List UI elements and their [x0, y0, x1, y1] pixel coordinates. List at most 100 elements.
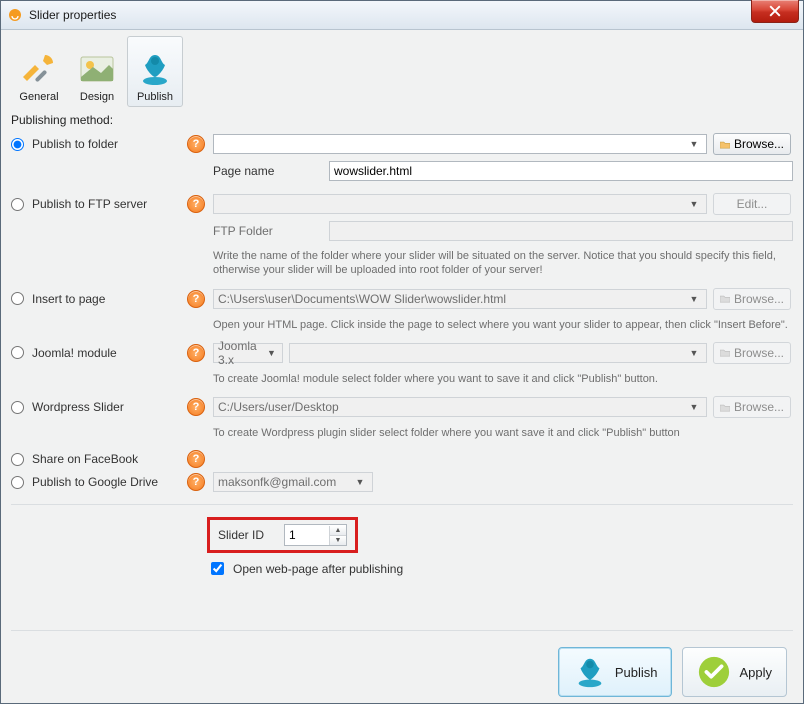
slider-id-label: Slider ID [218, 528, 264, 542]
button-label: Apply [739, 665, 772, 680]
tab-label: General [19, 91, 58, 103]
radio-publish-folder[interactable]: Publish to folder [11, 137, 181, 151]
edit-button: Edit... [713, 193, 791, 215]
radio-label: Joomla! module [32, 346, 117, 360]
checkbox-label: Open web-page after publishing [233, 562, 403, 576]
combo-value: C:/Users/user/Desktop [218, 400, 339, 414]
ftp-folder-label: FTP Folder [213, 224, 323, 238]
open-after-checkbox[interactable]: Open web-page after publishing [207, 559, 793, 578]
joomla-hint: To create Joomla! module select folder w… [213, 372, 793, 386]
chevron-down-icon: ▼ [686, 294, 702, 304]
radio-input[interactable] [11, 401, 24, 414]
browse-button: Browse... [713, 342, 791, 364]
insert-path-combo: C:\Users\user\Documents\WOW Slider\wowsl… [213, 289, 707, 309]
spin-down[interactable]: ▼ [330, 535, 346, 545]
dialog-window: Slider properties General Design [0, 0, 804, 704]
picture-icon [79, 51, 115, 87]
combo-value: Joomla 3.x [218, 339, 265, 367]
radio-label: Wordpress Slider [32, 400, 124, 414]
slider-id-input[interactable] [285, 526, 329, 544]
radio-input[interactable] [11, 292, 24, 305]
radio-facebook[interactable]: Share on FaceBook [11, 452, 181, 466]
app-icon [7, 7, 23, 23]
button-label: Publish [615, 665, 658, 680]
section-title: Publishing method: [11, 113, 793, 127]
button-label: Browse... [734, 400, 784, 414]
slider-id-spinner[interactable]: ▲ ▼ [284, 524, 347, 546]
help-icon[interactable]: ? [187, 135, 205, 153]
tab-label: Design [80, 91, 114, 103]
button-label: Browse... [734, 292, 784, 306]
insert-hint: Open your HTML page. Click inside the pa… [213, 318, 793, 332]
titlebar: Slider properties [1, 1, 803, 30]
joomla-path-combo: ▼ [289, 343, 707, 363]
page-name-input[interactable] [329, 161, 793, 181]
help-icon[interactable]: ? [187, 450, 205, 468]
tab-general[interactable]: General [11, 36, 67, 107]
window-title: Slider properties [29, 8, 116, 22]
ftp-server-combo: ▼ [213, 194, 707, 214]
wp-hint: To create Wordpress plugin slider select… [213, 426, 793, 440]
tab-label: Publish [137, 91, 173, 103]
radio-label: Insert to page [32, 292, 105, 306]
page-name-label: Page name [213, 164, 323, 178]
slider-id-highlight: Slider ID ▲ ▼ [207, 517, 358, 553]
joomla-version-select: Joomla 3.x ▼ [213, 343, 283, 363]
chevron-down-icon: ▼ [265, 348, 278, 358]
publish-icon [137, 51, 173, 87]
radio-label: Publish to FTP server [32, 197, 147, 211]
radio-input[interactable] [11, 453, 24, 466]
spin-up[interactable]: ▲ [330, 526, 346, 535]
radio-input[interactable] [11, 346, 24, 359]
help-icon[interactable]: ? [187, 344, 205, 362]
chevron-down-icon: ▼ [686, 348, 702, 358]
tab-publish[interactable]: Publish [127, 36, 183, 107]
publish-icon [573, 655, 607, 689]
browse-button: Browse... [713, 288, 791, 310]
radio-google-drive[interactable]: Publish to Google Drive [11, 475, 181, 489]
help-icon[interactable]: ? [187, 290, 205, 308]
radio-insert-page[interactable]: Insert to page [11, 292, 181, 306]
radio-input[interactable] [11, 138, 24, 151]
button-label: Edit... [737, 197, 768, 211]
close-button[interactable] [751, 0, 799, 23]
ftp-folder-input [329, 221, 793, 241]
folder-icon [720, 402, 730, 413]
folder-icon [720, 293, 730, 304]
chevron-down-icon: ▼ [352, 477, 368, 487]
content-area: General Design Publish Publishing method… [1, 30, 803, 703]
folder-path-combo[interactable]: ▼ [213, 134, 707, 154]
button-label: Browse... [734, 346, 784, 360]
button-label: Browse... [734, 137, 784, 151]
checkbox-input[interactable] [211, 562, 224, 575]
radio-label: Publish to folder [32, 137, 118, 151]
radio-label: Publish to Google Drive [32, 475, 158, 489]
ftp-hint: Write the name of the folder where your … [213, 249, 793, 278]
help-icon[interactable]: ? [187, 195, 205, 213]
browse-button[interactable]: Browse... [713, 133, 791, 155]
chevron-down-icon: ▼ [686, 139, 702, 149]
wp-path-combo: C:/Users/user/Desktop ▼ [213, 397, 707, 417]
combo-value: maksonfk@gmail.com [218, 475, 336, 489]
wrench-icon [21, 51, 57, 87]
publish-button[interactable]: Publish [558, 647, 673, 697]
combo-value: C:\Users\user\Documents\WOW Slider\wowsl… [218, 292, 506, 306]
browse-button: Browse... [713, 396, 791, 418]
apply-button[interactable]: Apply [682, 647, 787, 697]
radio-input[interactable] [11, 198, 24, 211]
check-icon [697, 655, 731, 689]
tab-design[interactable]: Design [69, 36, 125, 107]
radio-label: Share on FaceBook [32, 452, 138, 466]
folder-icon [720, 139, 730, 150]
divider [11, 630, 793, 631]
chevron-down-icon: ▼ [686, 402, 702, 412]
radio-joomla[interactable]: Joomla! module [11, 346, 181, 360]
radio-input[interactable] [11, 476, 24, 489]
help-icon[interactable]: ? [187, 473, 205, 491]
chevron-down-icon: ▼ [686, 199, 702, 209]
radio-publish-ftp[interactable]: Publish to FTP server [11, 197, 181, 211]
gdrive-account-select: maksonfk@gmail.com ▼ [213, 472, 373, 492]
help-icon[interactable]: ? [187, 398, 205, 416]
tab-bar: General Design Publish [11, 36, 793, 107]
radio-wordpress[interactable]: Wordpress Slider [11, 400, 181, 414]
